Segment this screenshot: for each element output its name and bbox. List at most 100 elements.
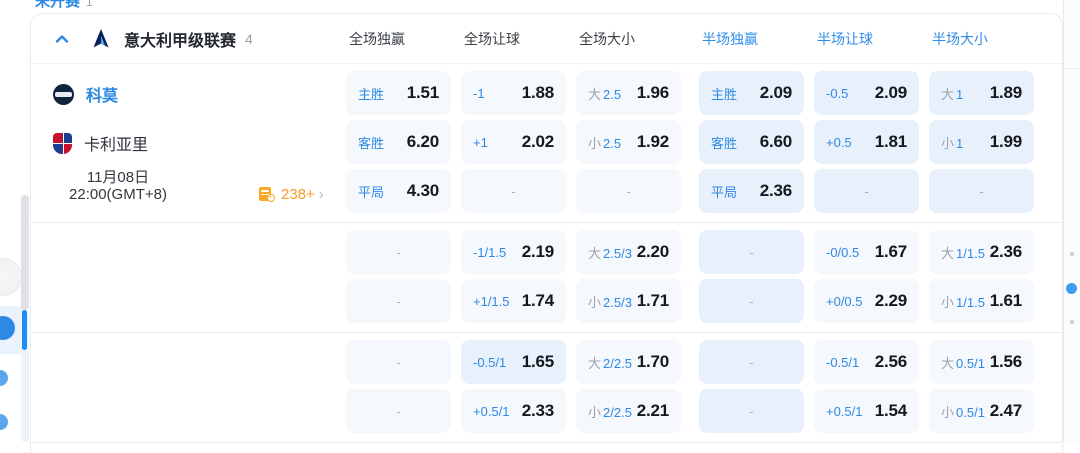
odds-dash: -	[396, 403, 401, 419]
odds-label: 小1	[941, 135, 964, 151]
odds-cell[interactable]: +0.5/1 1.54	[814, 389, 919, 433]
odds-cell[interactable]: -0.5/1 1.65	[461, 340, 566, 384]
odds-dash: -	[864, 183, 869, 199]
over-under-prefix: 小	[588, 135, 602, 151]
odds-cell[interactable]: -0.5 2.09	[814, 71, 919, 115]
odds-cell-empty: -	[576, 169, 681, 213]
odds-label: 大 2.5	[588, 86, 622, 102]
odds-label: 大 2.5/3	[588, 245, 632, 261]
odds-value: 2.09	[874, 83, 907, 102]
odds-cell-empty: -	[699, 230, 804, 274]
odds-group-3: - -0.5/1 1.65 大 2/2.5 1.70- -0.5/1 2.56 大 0.5/1 1.…	[31, 333, 1062, 443]
odds-value: 1.74	[521, 291, 554, 310]
odds-cell[interactable]: 小 2.5/3 1.71	[576, 279, 681, 323]
odds-cell[interactable]: 主胜 1.51	[346, 71, 451, 115]
over-under-prefix: 大	[941, 86, 955, 102]
nav-sport-icon[interactable]	[0, 258, 22, 296]
odds-label: 小 2/2.5	[588, 404, 632, 420]
odds-label: -0/0.5	[826, 244, 860, 260]
odds-cell[interactable]: 小 2/2.5 2.21	[576, 389, 681, 433]
right-strip-line	[1064, 68, 1080, 69]
odds-cell[interactable]: 客胜 6.20	[346, 120, 451, 164]
odds-value: 1.54	[874, 401, 907, 420]
odds-label: +1	[473, 134, 488, 150]
over-under-prefix: 小	[588, 404, 602, 420]
odds-cell[interactable]: 大 1 1.89	[929, 71, 1034, 115]
odds-label: 小 2.5/3	[588, 294, 632, 310]
odds-label: -0.5	[826, 85, 849, 101]
odds-cell[interactable]: 主胜 2.09	[699, 71, 804, 115]
match-date: 11月08日	[86, 169, 150, 186]
odds-dash: -	[396, 354, 401, 370]
odds-value: 2.33	[521, 401, 554, 420]
odds-row: 主胜 1.51 -1 1.88 大 2.5 1.96 主胜 2.09 -0.5 2.09 大 1 1.89	[31, 71, 1062, 115]
odds-cell[interactable]: 大 2.5/3 2.20	[576, 230, 681, 274]
over-under-prefix: 大	[941, 355, 955, 371]
odds-dash: -	[749, 403, 754, 419]
away-team-logo	[53, 132, 72, 154]
more-markets-link[interactable]: 238+ ›	[259, 186, 324, 203]
odds-value: 1.99	[989, 132, 1022, 151]
over-under-prefix: 小	[588, 294, 602, 310]
odds-cell[interactable]: +0/0.5 2.29	[814, 279, 919, 323]
over-under-prefix: 大	[941, 245, 955, 261]
odds-cell[interactable]: 小 0.5/1 2.47	[929, 389, 1034, 433]
odds-cell-empty: -	[699, 340, 804, 384]
odds-cell[interactable]: 小 1 1.99	[929, 120, 1034, 164]
odds-value: 1.51	[406, 83, 439, 102]
odds-value: 1.92	[636, 132, 669, 151]
odds-cell[interactable]: +0.5 1.81	[814, 120, 919, 164]
odds-cell[interactable]: -1 1.88	[461, 71, 566, 115]
odds-label: +0.5/1	[826, 403, 863, 419]
tab-count: 1	[86, 0, 93, 9]
odds-cell[interactable]: 大 1/1.5 2.36	[929, 230, 1034, 274]
odds-dash: -	[396, 293, 401, 309]
odds-value: 2.21	[636, 401, 669, 420]
col-header-ft-handicap: 全场让球	[464, 30, 520, 47]
odds-cell[interactable]: 平局 2.36	[699, 169, 804, 213]
nav-sport-icon-3[interactable]	[0, 414, 8, 430]
col-header-ht-handicap: 半场让球	[817, 30, 873, 47]
odds-label: +0/0.5	[826, 293, 863, 309]
odds-cell[interactable]: 小 2.5 1.92	[576, 120, 681, 164]
odds-cell[interactable]: 客胜 6.60	[699, 120, 804, 164]
odds-value: 1.70	[636, 352, 669, 371]
tab-not-started[interactable]: 未开赛 1	[35, 0, 93, 11]
odds-label: 主胜	[358, 86, 385, 102]
odds-label: 主胜	[711, 86, 738, 102]
odds-label: -1/1.5	[473, 244, 507, 260]
odds-label: 大 0.5/1	[941, 355, 985, 371]
collapse-chevron-up-icon[interactable]	[53, 30, 71, 48]
floating-widget-icon[interactable]	[1066, 283, 1077, 294]
odds-value: 2.36	[989, 242, 1022, 261]
over-under-prefix: 大	[588, 355, 602, 371]
odds-dash: -	[979, 183, 984, 199]
odds-dash: -	[749, 354, 754, 370]
odds-value: 2.47	[989, 401, 1022, 420]
odds-cell[interactable]: 平局 4.30	[346, 169, 451, 213]
home-team-row[interactable]: 科莫	[53, 82, 118, 106]
odds-cell[interactable]: -1/1.5 2.19	[461, 230, 566, 274]
serie-a-logo-icon	[91, 28, 111, 50]
odds-value: 1.65	[521, 352, 554, 371]
nav-sport-icon-2[interactable]	[0, 370, 8, 386]
nav-active-indicator	[22, 310, 27, 350]
odds-value: 1.89	[989, 83, 1022, 102]
odds-cell[interactable]: +1 2.02	[461, 120, 566, 164]
odds-cell[interactable]: -0/0.5 1.67	[814, 230, 919, 274]
odds-cell-empty: -	[346, 389, 451, 433]
odds-cell[interactable]: 小 1/1.5 1.61	[929, 279, 1034, 323]
odds-cell-empty: -	[346, 340, 451, 384]
odds-cell[interactable]: +1/1.5 1.74	[461, 279, 566, 323]
odds-value: 2.19	[521, 242, 554, 261]
odds-cell[interactable]: +0.5/1 2.33	[461, 389, 566, 433]
scrollbar-thumb[interactable]	[21, 195, 29, 310]
right-divider	[1063, 0, 1064, 442]
odds-cell[interactable]: -0.5/1 2.56	[814, 340, 919, 384]
odds-cell[interactable]: 大 2/2.5 1.70	[576, 340, 681, 384]
odds-cell[interactable]: 大 0.5/1 1.56	[929, 340, 1034, 384]
odds-dash: -	[749, 293, 754, 309]
away-team-row[interactable]: 卡利亚里	[53, 131, 148, 155]
odds-cell[interactable]: 大 2.5 1.96	[576, 71, 681, 115]
match-datetime: 11月08日 22:00(GMT+8)	[43, 169, 193, 203]
